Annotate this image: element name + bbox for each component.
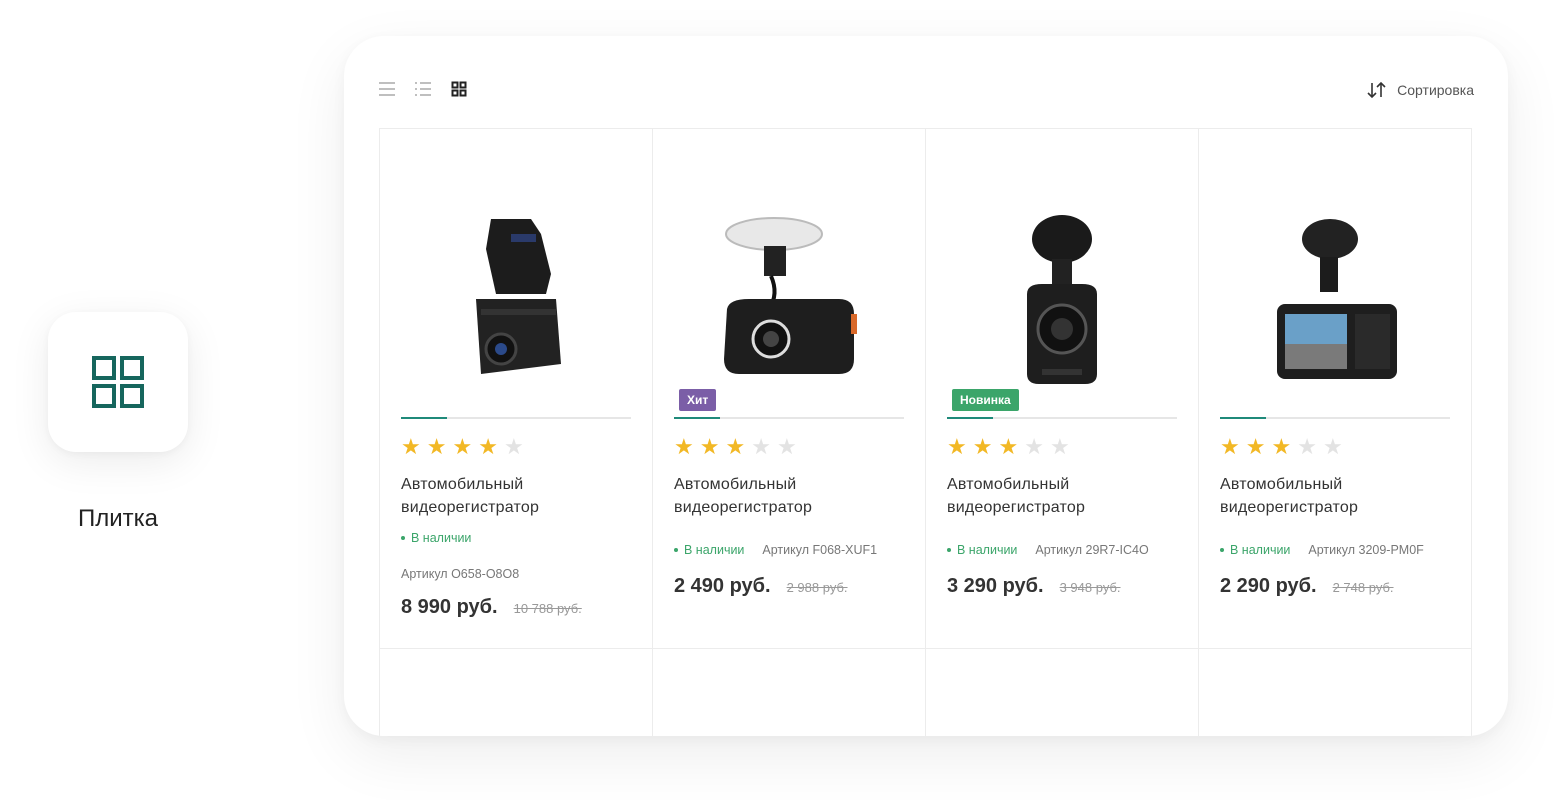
star-icon: ★ (699, 434, 720, 459)
product-sku: Артикул 3209-PM0F (1308, 543, 1424, 557)
star-icon: ★ (1024, 434, 1044, 459)
star-icon: ★ (751, 434, 771, 459)
hit-badge: Хит (679, 389, 717, 411)
star-icon: ★ (1220, 434, 1240, 459)
new-badge: Новинка (952, 389, 1019, 411)
feature-label: Плитка (77, 505, 159, 532)
star-icon: ★ (947, 434, 967, 459)
product-sku: Артикул 29R7-IC4O (1035, 543, 1149, 557)
price: 2 290 руб. (1220, 575, 1317, 597)
stock-status: В наличии (947, 543, 1017, 557)
stock-label: В наличии (684, 543, 745, 557)
stock-label: В наличии (1230, 543, 1291, 557)
price-block: 2 490 руб. 2 988 руб. (674, 575, 848, 598)
star-icon: ★ (674, 434, 694, 459)
price-block: 2 290 руб. 2 748 руб. (1220, 575, 1394, 598)
price: 8 990 руб. (401, 596, 498, 618)
product-card-placeholder (380, 649, 653, 736)
star-icon: ★ (426, 434, 447, 459)
old-price: 2 748 руб. (1332, 580, 1394, 595)
product-grid: ★ ★ ★ ★ ★ Автомобильный видеорегистратор… (379, 128, 1472, 736)
product-image[interactable] (674, 199, 904, 399)
rating-stars: ★ ★ ★ ★ ★ (674, 436, 797, 458)
product-card-placeholder (926, 649, 1199, 736)
price-block: 3 290 руб. 3 948 руб. (947, 575, 1121, 598)
sort-button[interactable]: Сортировка (1367, 81, 1474, 99)
star-icon: ★ (478, 434, 498, 459)
tile-grid-icon (92, 356, 144, 408)
compact-list-view-icon[interactable] (414, 80, 432, 98)
rating-stars: ★ ★ ★ ★ ★ (947, 436, 1070, 458)
stock-status: В наличии (1220, 543, 1290, 557)
meta-line: В наличии Артикул 29R7-IC4O (947, 543, 1149, 557)
price-block: 8 990 руб. 10 788 руб. (401, 596, 582, 619)
star-icon: ★ (1271, 434, 1292, 459)
old-price: 3 948 руб. (1059, 580, 1121, 595)
price: 2 490 руб. (674, 575, 771, 597)
product-sku: Артикул F068-XUF1 (762, 543, 878, 557)
rating-stars: ★ ★ ★ ★ ★ (401, 436, 524, 458)
product-title[interactable]: Автомобильный видеорегистратор (947, 473, 1177, 519)
product-image[interactable] (401, 199, 631, 399)
meta-line: В наличии Артикул F068-XUF1 (674, 543, 877, 557)
star-icon: ★ (401, 434, 421, 459)
sort-arrows-icon (1367, 81, 1386, 99)
price: 3 290 руб. (947, 575, 1044, 597)
tile-view-feature-card (48, 312, 188, 452)
product-card[interactable]: Новинка ★ ★ ★ ★ ★ Автомобильный видеорег… (926, 129, 1199, 649)
sort-label: Сортировка (1397, 82, 1474, 98)
star-icon: ★ (998, 434, 1019, 459)
stock-label: В наличии (411, 531, 472, 545)
tile-view-icon[interactable] (450, 80, 468, 98)
product-sku: Артикул O658-O8O8 (401, 567, 520, 581)
star-icon: ★ (452, 434, 473, 459)
list-view-icon[interactable] (378, 80, 396, 98)
product-title[interactable]: Автомобильный видеорегистратор (401, 473, 631, 519)
meta-line: В наличии Артикул 3209-PM0F (1220, 543, 1424, 557)
stock-status: В наличии (401, 531, 471, 545)
image-progress-bar (947, 417, 1177, 419)
stock-status: В наличии (674, 543, 744, 557)
star-icon: ★ (1049, 434, 1070, 459)
old-price: 10 788 руб. (513, 601, 582, 616)
old-price: 2 988 руб. (786, 580, 848, 595)
image-progress-bar (401, 417, 631, 419)
product-title[interactable]: Автомобильный видеорегистратор (1220, 473, 1450, 519)
star-icon: ★ (725, 434, 746, 459)
star-icon: ★ (1322, 434, 1343, 459)
rating-stars: ★ ★ ★ ★ ★ (1220, 436, 1343, 458)
product-title[interactable]: Автомобильный видеорегистратор (674, 473, 904, 519)
view-switcher (378, 80, 468, 98)
product-card[interactable]: ★ ★ ★ ★ ★ Автомобильный видеорегистратор… (380, 129, 653, 649)
catalog-panel: Сортировка ★ ★ ★ ★ ★ Автомобильный видео… (344, 36, 1508, 736)
star-icon: ★ (972, 434, 993, 459)
product-image[interactable] (1220, 199, 1450, 399)
star-icon: ★ (1297, 434, 1317, 459)
product-image[interactable] (947, 199, 1177, 399)
image-progress-bar (674, 417, 904, 419)
product-card[interactable]: Хит ★ ★ ★ ★ ★ Автомобильный видеорегистр… (653, 129, 926, 649)
image-progress-bar (1220, 417, 1450, 419)
star-icon: ★ (1245, 434, 1266, 459)
star-icon: ★ (503, 434, 524, 459)
product-card-placeholder (1199, 649, 1472, 736)
product-card-placeholder (653, 649, 926, 736)
star-icon: ★ (776, 434, 797, 459)
stock-label: В наличии (957, 543, 1018, 557)
product-card[interactable]: ★ ★ ★ ★ ★ Автомобильный видеорегистратор… (1199, 129, 1472, 649)
